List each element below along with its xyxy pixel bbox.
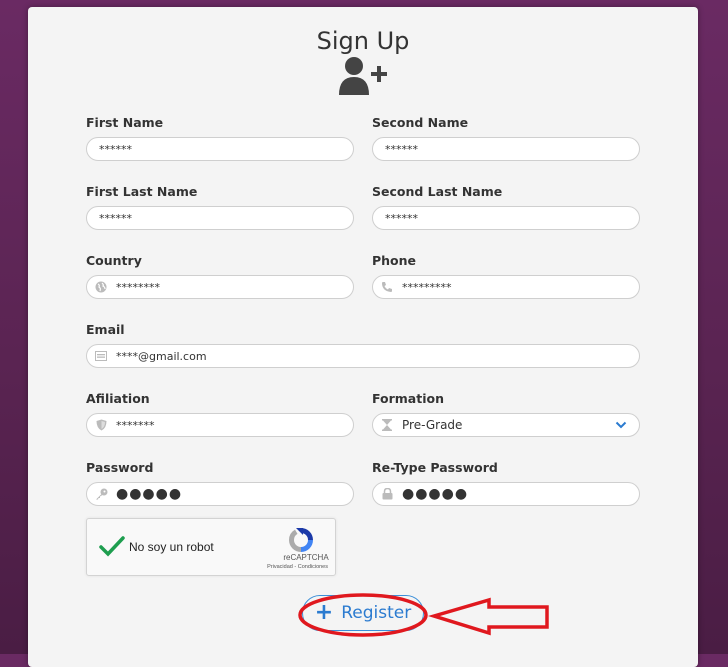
afiliation-value: *******: [116, 418, 155, 432]
first-last-name-value: ******: [99, 211, 132, 225]
password-field[interactable]: ●●●●●: [86, 482, 354, 506]
globe-icon: [94, 280, 108, 294]
first-last-name-label: First Last Name: [86, 184, 198, 199]
password-value: ●●●●●: [116, 486, 183, 502]
signup-card: Sign Up First Name ****** Second Name **…: [28, 7, 698, 667]
formation-select[interactable]: Pre-Grade: [372, 413, 640, 437]
second-name-value: ******: [385, 142, 418, 156]
recaptcha-terms-link[interactable]: Privacidad - Condiciones: [248, 564, 328, 570]
key-icon: [94, 487, 108, 501]
first-name-label: First Name: [86, 115, 164, 130]
afiliation-label: Afiliation: [86, 391, 150, 406]
second-last-name-value: ******: [385, 211, 418, 225]
first-name-value: ******: [99, 142, 132, 156]
envelope-icon: [94, 349, 108, 363]
hourglass-icon: [380, 418, 394, 432]
recaptcha-label: No soy un robot: [129, 540, 214, 554]
phone-label: Phone: [372, 253, 417, 268]
second-last-name-label: Second Last Name: [372, 184, 503, 199]
first-last-name-field[interactable]: ******: [86, 206, 354, 230]
first-name-field[interactable]: ******: [86, 137, 354, 161]
country-value: ********: [116, 280, 160, 294]
second-name-field[interactable]: ******: [372, 137, 640, 161]
chevron-down-icon: [615, 421, 627, 429]
formation-label: Formation: [372, 391, 444, 406]
lock-icon: [380, 487, 394, 501]
email-label: Email: [86, 322, 125, 337]
register-button[interactable]: + Register: [302, 595, 424, 631]
shield-icon: [94, 418, 108, 432]
country-field[interactable]: ********: [86, 275, 354, 299]
afiliation-field[interactable]: *******: [86, 413, 354, 437]
retype-password-field[interactable]: ●●●●●: [372, 482, 640, 506]
phone-value: *********: [402, 280, 452, 294]
page-title: Sign Up: [316, 27, 410, 55]
country-label: Country: [86, 253, 142, 268]
email-value: ****@gmail.com: [116, 349, 207, 363]
recaptcha-brand: reCAPTCHA: [283, 553, 329, 562]
phone-icon: [380, 280, 394, 294]
retype-password-value: ●●●●●: [402, 486, 469, 502]
register-label: Register: [341, 603, 412, 623]
recaptcha-widget[interactable]: No soy un robot reCAPTCHA Privacidad - C…: [86, 518, 336, 576]
retype-password-label: Re-Type Password: [372, 460, 498, 475]
phone-field[interactable]: *********: [372, 275, 640, 299]
plus-icon: +: [314, 600, 334, 625]
checkmark-icon[interactable]: [99, 535, 125, 557]
recaptcha-logo-icon: [289, 528, 313, 552]
password-label: Password: [86, 460, 154, 475]
second-name-label: Second Name: [372, 115, 469, 130]
user-plus-icon: [339, 57, 387, 95]
email-field[interactable]: ****@gmail.com: [86, 344, 640, 368]
second-last-name-field[interactable]: ******: [372, 206, 640, 230]
formation-value: Pre-Grade: [402, 418, 463, 432]
